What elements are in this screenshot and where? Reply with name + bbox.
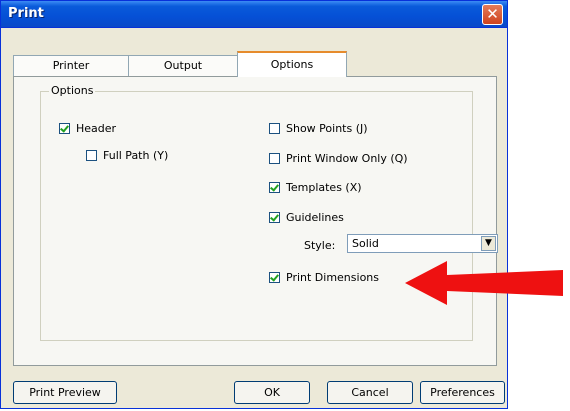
print-dimensions-checkbox-box[interactable] bbox=[269, 272, 280, 283]
print-window-only-checkbox-box[interactable] bbox=[269, 153, 280, 164]
full-path-checkbox-box[interactable] bbox=[86, 150, 97, 161]
style-select[interactable]: Solid ▼ bbox=[347, 234, 498, 253]
preferences-button[interactable]: Preferences bbox=[420, 381, 505, 404]
tab-options[interactable]: Options bbox=[237, 51, 347, 77]
annotation-arrow-icon bbox=[405, 261, 563, 305]
close-icon: ✕ bbox=[486, 5, 499, 23]
guidelines-checkbox-label: Guidelines bbox=[286, 211, 344, 224]
tab-options-label: Options bbox=[270, 58, 314, 71]
show-points-checkbox[interactable]: Show Points (J) bbox=[269, 122, 368, 135]
tab-printer-label: Printer bbox=[52, 59, 90, 72]
preferences-button-label: Preferences bbox=[430, 386, 495, 399]
tab-output[interactable]: Output bbox=[128, 55, 238, 77]
print-preview-button-label: Print Preview bbox=[29, 386, 101, 399]
print-window-only-checkbox[interactable]: Print Window Only (Q) bbox=[269, 152, 408, 165]
guidelines-checkbox-box[interactable] bbox=[269, 212, 280, 223]
cancel-button-label: Cancel bbox=[351, 386, 389, 399]
show-points-checkbox-box[interactable] bbox=[269, 123, 280, 134]
print-preview-button[interactable]: Print Preview bbox=[13, 381, 117, 404]
templates-checkbox-label: Templates (X) bbox=[286, 181, 362, 194]
header-checkbox-label: Header bbox=[76, 122, 117, 135]
templates-checkbox-box[interactable] bbox=[269, 182, 280, 193]
close-button[interactable]: ✕ bbox=[482, 4, 503, 25]
title-bar[interactable]: Print ✕ bbox=[1, 1, 507, 28]
print-dialog: Print ✕ Printer Output Options Options H… bbox=[0, 0, 508, 409]
header-checkbox[interactable]: Header bbox=[59, 122, 116, 135]
cancel-button[interactable]: Cancel bbox=[327, 381, 413, 404]
tab-output-label: Output bbox=[163, 59, 203, 72]
ok-button[interactable]: OK bbox=[234, 381, 310, 404]
print-dimensions-checkbox-label: Print Dimensions bbox=[286, 271, 380, 284]
full-path-checkbox[interactable]: Full Path (Y) bbox=[86, 149, 168, 162]
window-title: Print bbox=[8, 6, 44, 21]
ok-button-label: OK bbox=[264, 386, 280, 399]
style-label: Style: bbox=[304, 239, 336, 252]
tab-printer[interactable]: Printer bbox=[13, 55, 129, 77]
show-points-checkbox-label: Show Points (J) bbox=[286, 122, 368, 135]
style-select-value: Solid bbox=[352, 237, 379, 250]
full-path-checkbox-label: Full Path (Y) bbox=[103, 149, 169, 162]
header-checkbox-box[interactable] bbox=[59, 123, 70, 134]
options-group-label: Options bbox=[49, 84, 96, 97]
templates-checkbox[interactable]: Templates (X) bbox=[269, 181, 362, 194]
options-tab-panel: Options Header Full Path (Y) Show Points… bbox=[13, 76, 497, 366]
print-window-only-checkbox-label: Print Window Only (Q) bbox=[286, 152, 408, 165]
chevron-down-icon[interactable]: ▼ bbox=[481, 236, 496, 251]
guidelines-checkbox[interactable]: Guidelines bbox=[269, 211, 344, 224]
print-dimensions-checkbox[interactable]: Print Dimensions bbox=[269, 271, 379, 284]
